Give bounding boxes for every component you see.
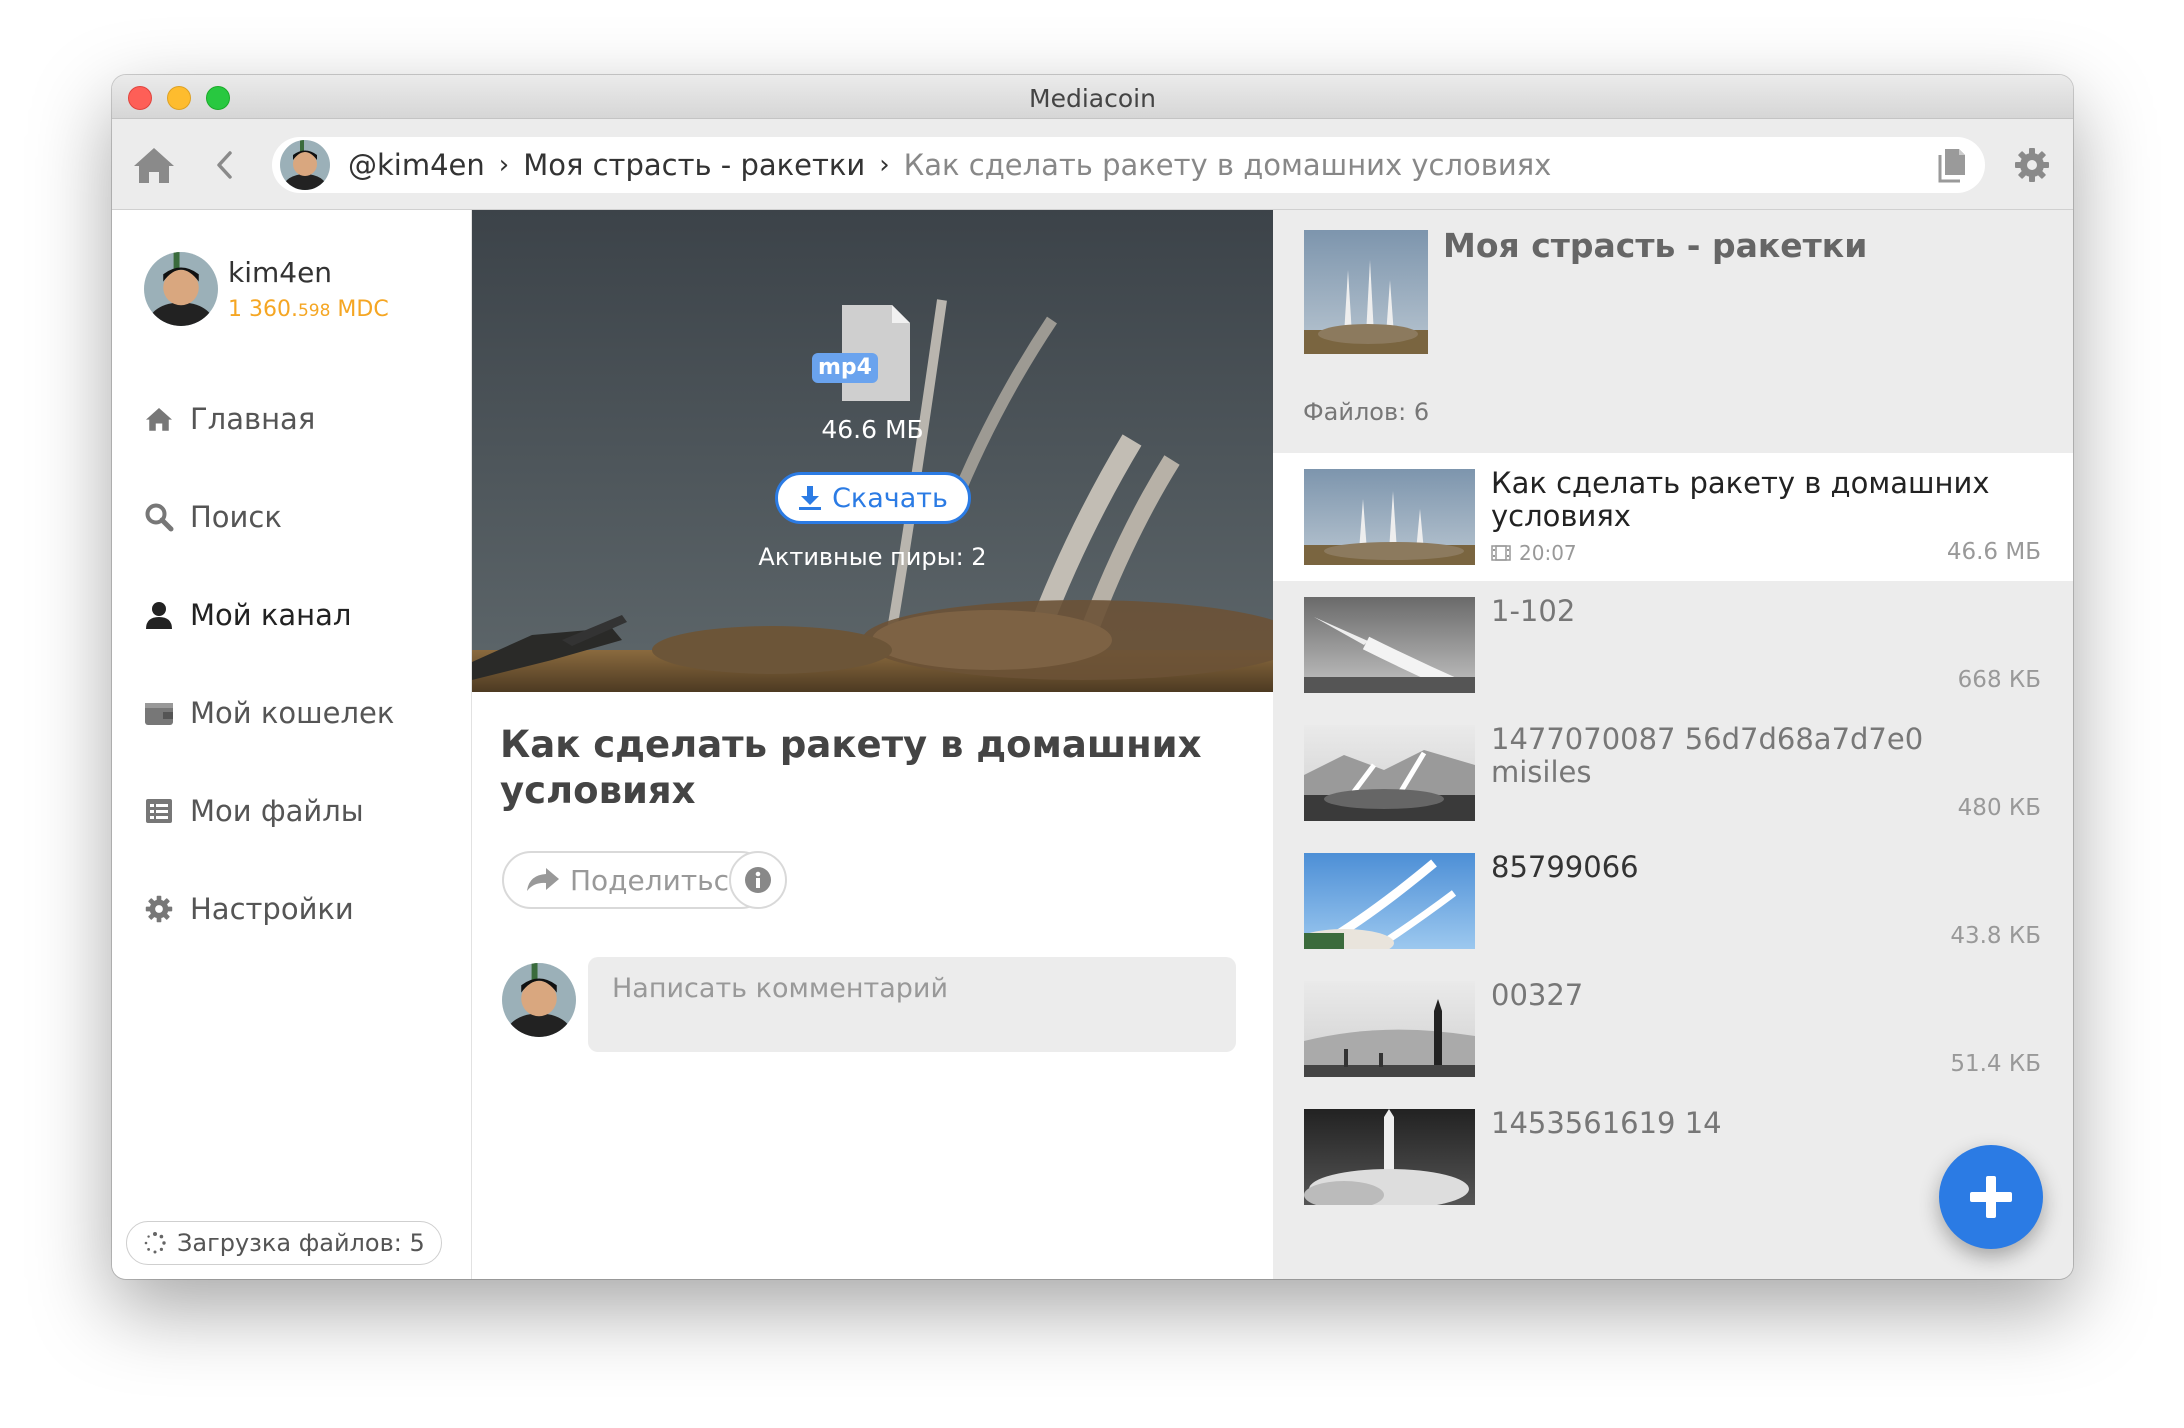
gear-icon bbox=[145, 895, 173, 923]
file-thumbnail bbox=[1304, 1109, 1475, 1209]
files-count: Файлов: 6 bbox=[1303, 398, 1430, 426]
file-size: 46.6 МБ bbox=[821, 415, 924, 444]
comment-avatar bbox=[502, 963, 576, 1037]
share-label: Поделиться bbox=[570, 863, 746, 897]
file-list: Как сделать ракету в домашних условиях 2… bbox=[1273, 453, 2073, 1221]
sidebar-item-label: Поиск bbox=[190, 500, 282, 534]
file-meta: 20:07 bbox=[1491, 541, 1577, 565]
sidebar: kim4en 1 360.598 MDC Главная Поиск Мой к… bbox=[112, 210, 472, 1279]
profile-avatar bbox=[144, 252, 218, 326]
plus-icon bbox=[1970, 1176, 2012, 1218]
file-thumbnail bbox=[1304, 469, 1475, 569]
copy-icon bbox=[1938, 149, 1965, 183]
sidebar-item-label: Мой кошелек bbox=[190, 696, 395, 730]
profile-card[interactable]: kim4en 1 360.598 MDC bbox=[144, 252, 389, 326]
sidebar-item-my-files[interactable]: Мои файлы bbox=[142, 762, 394, 860]
share-icon bbox=[527, 868, 559, 891]
file-size: 480 КБ bbox=[1957, 795, 2041, 821]
breadcrumb-channel[interactable]: Моя страсть - ракетки bbox=[523, 148, 865, 182]
profile-name: kim4en bbox=[228, 256, 333, 289]
file-list-item[interactable]: 1-102 668 КБ bbox=[1273, 581, 2073, 709]
file-name: 1453561619 14 bbox=[1491, 1106, 1722, 1140]
download-button[interactable]: Скачать bbox=[775, 472, 971, 524]
settings-button[interactable] bbox=[2012, 145, 2052, 185]
uploads-status-button[interactable]: Загрузка файлов: 5 bbox=[126, 1221, 442, 1265]
sidebar-item-my-channel[interactable]: Мой канал bbox=[142, 566, 394, 664]
home-icon bbox=[146, 407, 172, 431]
home-icon bbox=[134, 148, 174, 183]
file-thumbnail bbox=[1304, 981, 1475, 1081]
file-name: 00327 bbox=[1491, 978, 1584, 1012]
title-bar: Mediacoin bbox=[112, 75, 2073, 119]
comment-input[interactable] bbox=[588, 957, 1236, 1052]
gear-icon bbox=[2015, 148, 2049, 182]
copy-link-button[interactable] bbox=[1935, 147, 1971, 183]
window-title: Mediacoin bbox=[1029, 84, 1156, 113]
spinner-icon bbox=[144, 1232, 166, 1254]
info-button[interactable] bbox=[729, 851, 787, 909]
file-size: 51.4 КБ bbox=[1950, 1051, 2041, 1077]
add-file-button[interactable] bbox=[1939, 1145, 2043, 1249]
download-icon bbox=[799, 486, 822, 510]
mp4-file-icon: mp4 bbox=[810, 303, 936, 407]
chevron-left-icon bbox=[217, 151, 232, 179]
file-thumbnail bbox=[1304, 725, 1475, 825]
file-size: 43.8 КБ bbox=[1950, 923, 2041, 949]
breadcrumb-user[interactable]: @kim4en bbox=[348, 148, 485, 182]
file-list-item[interactable]: 85799066 43.8 КБ bbox=[1273, 837, 2073, 965]
chevron-right-icon: › bbox=[879, 150, 890, 180]
sidebar-item-settings[interactable]: Настройки bbox=[142, 860, 394, 958]
channel-title[interactable]: Моя страсть - ракетки bbox=[1443, 226, 1867, 265]
sidebar-item-home[interactable]: Главная bbox=[142, 370, 394, 468]
film-icon bbox=[1491, 545, 1511, 561]
home-button[interactable] bbox=[130, 142, 178, 188]
file-thumbnail bbox=[1294, 853, 1475, 957]
list-icon bbox=[146, 799, 172, 823]
media-title: Как сделать ракету в домашних условиях bbox=[500, 723, 1202, 812]
active-peers: Активные пиры: 2 bbox=[758, 543, 987, 571]
sidebar-item-wallet[interactable]: Мой кошелек bbox=[142, 664, 394, 762]
sidebar-item-label: Настройки bbox=[190, 892, 354, 926]
sidebar-item-label: Мой канал bbox=[190, 598, 352, 632]
file-name: 1-102 bbox=[1491, 594, 1576, 628]
profile-balance: 1 360.598 MDC bbox=[228, 297, 389, 322]
channel-panel: Моя страсть - ракетки Файлов: 6 Как сдел… bbox=[1273, 210, 2073, 1279]
sidebar-item-search[interactable]: Поиск bbox=[142, 468, 394, 566]
toolbar: @kim4en › Моя страсть - ракетки › Как сд… bbox=[112, 119, 2073, 210]
chevron-right-icon: › bbox=[498, 150, 510, 180]
breadcrumb: @kim4en › Моя страсть - ракетки › Как сд… bbox=[272, 137, 1985, 193]
file-size: 46.6 МБ bbox=[1946, 539, 2041, 565]
file-name: 1477070087 56d7d68a7d7e0 misiles bbox=[1491, 722, 1924, 789]
rocket-launch-image bbox=[472, 210, 1273, 692]
user-icon bbox=[146, 602, 172, 629]
user-avatar bbox=[280, 140, 330, 190]
file-list-item[interactable]: 00327 51.4 КБ bbox=[1273, 965, 2073, 1093]
file-list-item[interactable]: Как сделать ракету в домашних условиях 2… bbox=[1273, 453, 2073, 581]
sidebar-item-label: Мои файлы bbox=[190, 794, 364, 828]
search-icon bbox=[145, 503, 174, 532]
media-preview: mp4 46.6 МБ Скачать Активные пиры: 2 bbox=[472, 210, 1273, 692]
uploads-label: Загрузка файлов: 5 bbox=[177, 1229, 425, 1257]
back-button[interactable] bbox=[204, 143, 244, 187]
sidebar-nav: Главная Поиск Мой канал Мой кошелек Мои … bbox=[142, 370, 394, 958]
channel-thumbnail bbox=[1304, 230, 1428, 358]
wallet-icon bbox=[145, 703, 173, 725]
media-detail: mp4 46.6 МБ Скачать Активные пиры: 2 Как… bbox=[472, 210, 1273, 1279]
file-list-item[interactable]: 1477070087 56d7d68a7d7e0 misiles 480 КБ bbox=[1273, 709, 2073, 837]
download-label: Скачать bbox=[832, 482, 948, 514]
file-time: 20:07 bbox=[1519, 541, 1577, 565]
file-thumbnail bbox=[1304, 597, 1475, 697]
file-size: 668 КБ bbox=[1957, 667, 2041, 693]
info-icon bbox=[745, 867, 771, 893]
file-name: 85799066 bbox=[1491, 850, 1639, 884]
breadcrumb-current: Как сделать ракету в домашних условиях bbox=[903, 148, 1552, 182]
app-window: Mediacoin @kim4en › Моя страсть - ракетк… bbox=[112, 75, 2073, 1279]
file-name: Как сделать ракету в домашних условиях bbox=[1491, 466, 1990, 533]
sidebar-item-label: Главная bbox=[190, 402, 316, 436]
file-type-label: mp4 bbox=[818, 355, 872, 380]
